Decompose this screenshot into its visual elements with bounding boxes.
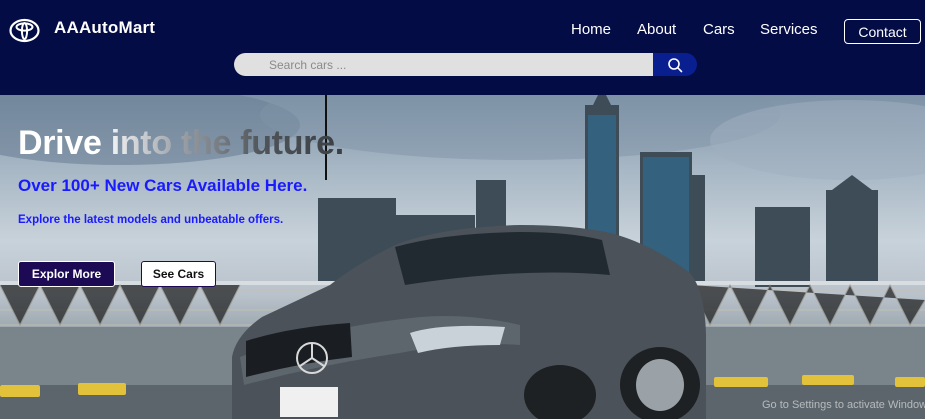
- hero-title: Drive into the future.: [18, 124, 344, 162]
- nav-about[interactable]: About: [637, 21, 676, 38]
- search-icon: [668, 57, 683, 72]
- see-cars-button[interactable]: See Cars: [141, 261, 216, 287]
- windows-activation-watermark: Go to Settings to activate Windows.: [762, 399, 925, 411]
- site-header: AAAutoMart Home About Cars Services Cont…: [0, 0, 925, 95]
- explore-more-button[interactable]: Explor More: [18, 261, 115, 287]
- main-nav: Home About Cars Services: [0, 19, 925, 45]
- search-bar: [234, 53, 697, 76]
- nav-services[interactable]: Services: [760, 21, 818, 38]
- contact-button[interactable]: Contact: [844, 19, 921, 44]
- nav-cars[interactable]: Cars: [703, 21, 735, 38]
- nav-home[interactable]: Home: [571, 21, 611, 38]
- search-button[interactable]: [653, 53, 697, 76]
- hero-description: Explore the latest models and unbeatable…: [18, 214, 284, 226]
- hero-subtitle: Over 100+ New Cars Available Here.: [18, 176, 308, 195]
- search-input[interactable]: [234, 53, 653, 76]
